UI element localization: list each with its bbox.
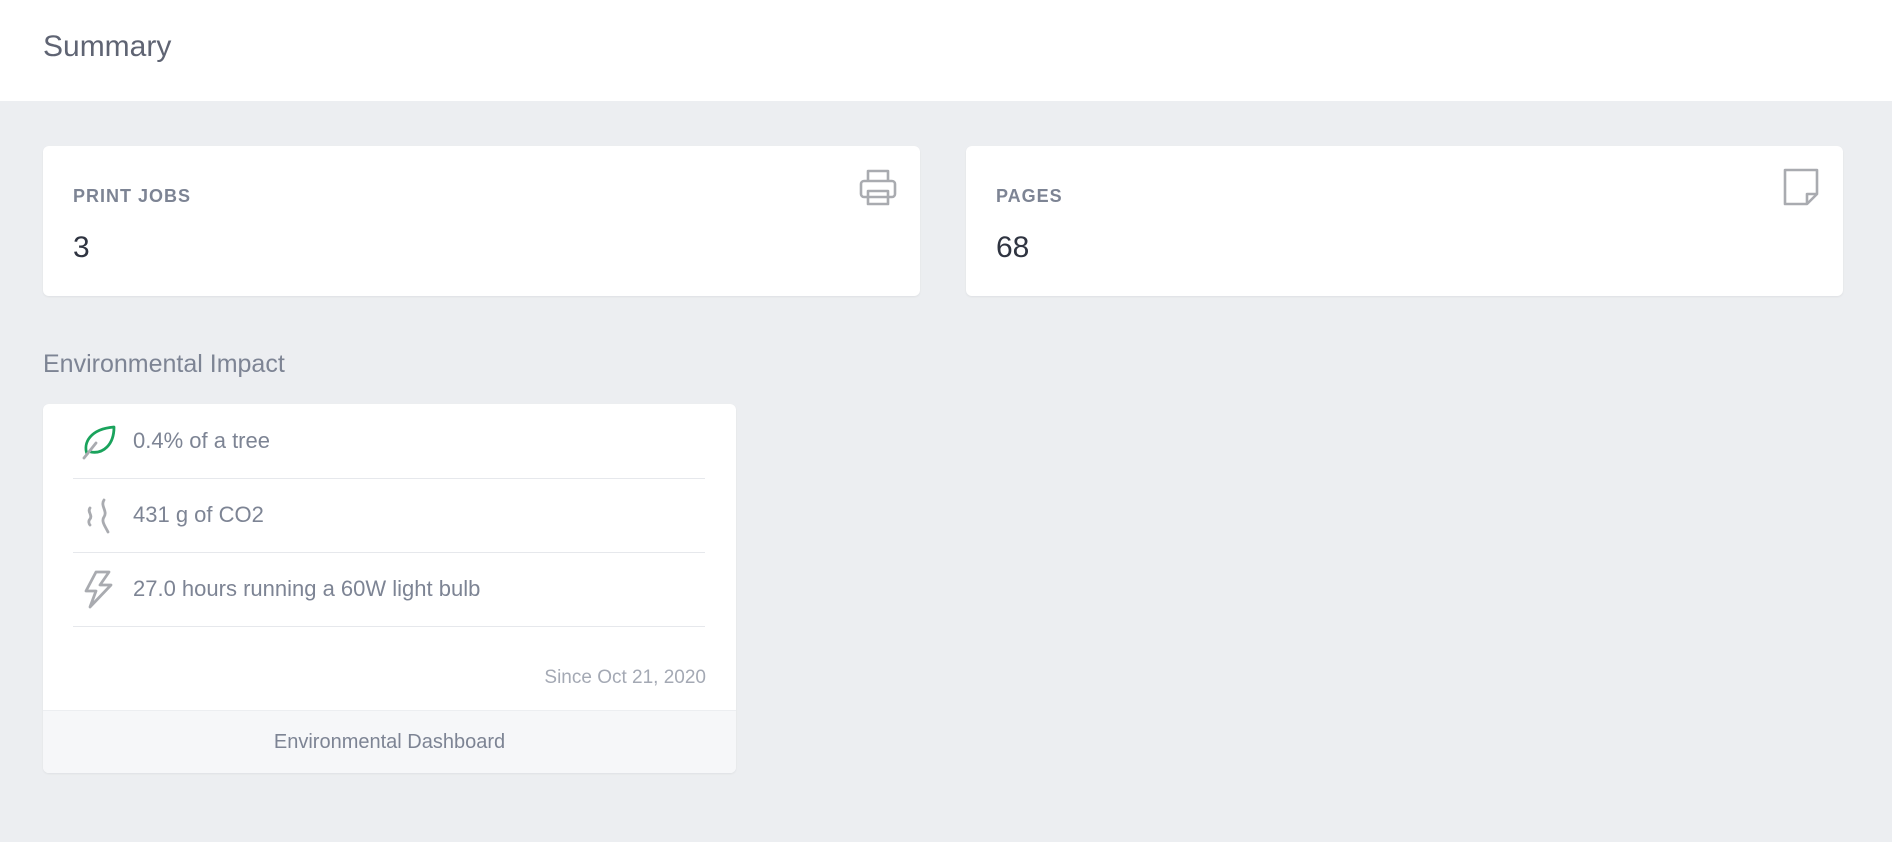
print-jobs-card: PRINT JOBS 3 xyxy=(43,146,920,296)
page-icon xyxy=(1783,168,1819,206)
pages-label: PAGES xyxy=(996,186,1063,206)
page-header: Summary xyxy=(0,0,1892,101)
print-jobs-value: 3 xyxy=(73,231,90,264)
leaf-icon xyxy=(82,425,116,460)
printer-icon xyxy=(859,169,897,206)
energy-impact-text: 27.0 hours running a 60W light bulb xyxy=(133,576,481,601)
environmental-dashboard-link[interactable]: Environmental Dashboard xyxy=(43,710,736,773)
environmental-impact-title: Environmental Impact xyxy=(43,350,285,378)
co2-impact-text: 431 g of CO2 xyxy=(133,502,264,527)
co2-impact-row: 431 g of CO2 xyxy=(73,478,705,553)
pages-value: 68 xyxy=(996,231,1030,264)
tree-impact-text: 0.4% of a tree xyxy=(133,428,270,453)
energy-impact-row: 27.0 hours running a 60W light bulb xyxy=(73,552,705,627)
tree-impact-row: 0.4% of a tree xyxy=(73,404,705,479)
print-jobs-label: PRINT JOBS xyxy=(73,186,192,206)
lightning-icon xyxy=(84,570,113,609)
page-title: Summary xyxy=(43,30,172,63)
since-date: Since Oct 21, 2020 xyxy=(544,667,706,688)
smoke-icon xyxy=(87,498,110,534)
pages-card: PAGES 68 xyxy=(966,146,1843,296)
environmental-impact-card: 0.4% of a tree 431 g of CO2 27.0 hours r… xyxy=(43,404,736,773)
